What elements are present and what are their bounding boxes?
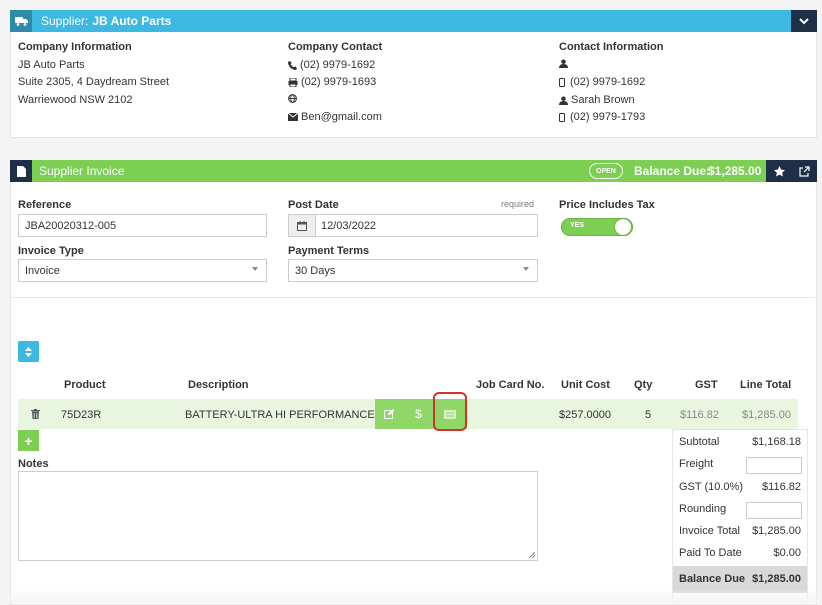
reference-value: JBA20020312-005 <box>25 219 117 232</box>
mobile-icon <box>559 77 565 87</box>
paid-to-date-value: $0.00 <box>773 547 801 559</box>
mobile-icon <box>559 112 565 122</box>
bottom-fade <box>0 589 822 603</box>
col-product: Product <box>64 379 106 391</box>
rounding-input[interactable] <box>746 502 802 519</box>
freight-input[interactable] <box>746 457 802 474</box>
price-tax-label: Price Includes Tax <box>559 199 655 211</box>
invoice-total-value: $1,285.00 <box>752 525 801 537</box>
company-contact-title: Company Contact <box>288 41 383 53</box>
row-unit-cost[interactable]: $257.0000 <box>559 409 611 421</box>
star-icon[interactable] <box>766 160 792 182</box>
supplier-header-prefix: Supplier: <box>41 14 89 28</box>
notes-textarea[interactable] <box>18 471 538 561</box>
edit-button[interactable] <box>375 399 404 429</box>
envelope-icon <box>288 113 298 121</box>
invoice-header: Supplier Invoice OPEN Balance Due: $1,28… <box>10 160 817 182</box>
reference-label: Reference <box>18 199 72 211</box>
cost-button[interactable]: $ <box>404 399 433 429</box>
col-job-card: Job Card No. <box>476 379 545 391</box>
highlight-ring <box>433 392 467 431</box>
company-email[interactable]: Ben@gmail.com <box>301 111 382 123</box>
row-product[interactable]: 75D23R <box>61 409 101 421</box>
trash-icon[interactable] <box>31 409 40 419</box>
company-fax: (02) 9979-1693 <box>301 76 377 88</box>
contact-mobile: (02) 9979-1692 <box>570 76 646 88</box>
price-tax-toggle-label: YES <box>570 222 585 229</box>
balance-due-label: Balance Due: <box>634 164 711 178</box>
payment-terms-label: Payment Terms <box>288 245 370 257</box>
price-tax-toggle[interactable]: YES <box>561 218 633 236</box>
balance-due-total-value: $1,285.00 <box>752 573 801 585</box>
resize-handle-icon[interactable] <box>528 551 535 558</box>
row-line-total: $1,285.00 <box>742 409 791 421</box>
gst-label: GST (10.0%) <box>679 481 743 493</box>
row-description[interactable]: BATTERY-ULTRA HI PERFORMANCE <box>185 409 375 421</box>
file-icon <box>10 160 32 182</box>
gst-value: $116.82 <box>762 481 801 493</box>
col-line-total: Line Total <box>740 379 792 391</box>
col-unit-cost: Unit Cost <box>561 379 610 391</box>
company-info-line: JB Auto Parts <box>18 59 85 71</box>
row-qty[interactable]: 5 <box>645 409 651 421</box>
col-gst: GST <box>695 379 718 391</box>
col-description: Description <box>188 379 249 391</box>
required-hint: required <box>501 199 535 209</box>
freight-label: Freight <box>679 458 714 470</box>
subtotal-label: Subtotal <box>679 436 720 448</box>
balance-due-value: $1,285.00 <box>708 164 762 178</box>
invoice-type-value: Invoice <box>25 264 60 277</box>
contact-info-title: Contact Information <box>559 41 664 53</box>
post-date-input[interactable]: 12/03/2022 <box>288 214 538 237</box>
divider <box>10 297 815 298</box>
sort-icon <box>25 346 32 357</box>
sort-button[interactable] <box>18 341 39 362</box>
add-row-button[interactable]: + <box>18 430 39 451</box>
caret-down-icon <box>252 267 258 271</box>
dollar-icon: $ <box>415 407 422 421</box>
subtotal-value: $1,168.18 <box>752 436 801 448</box>
status-badge: OPEN <box>589 163 623 179</box>
invoice-total-label: Invoice Total <box>679 525 740 537</box>
reference-input[interactable]: JBA20020312-005 <box>18 214 267 237</box>
edit-icon <box>384 409 395 419</box>
caret-down-icon <box>523 267 529 271</box>
company-info-line: Warriewood NSW 2102 <box>18 94 133 106</box>
invoice-header-title: Supplier Invoice <box>39 164 125 178</box>
paid-to-date-label: Paid To Date <box>679 547 742 559</box>
calendar-icon[interactable] <box>289 215 316 236</box>
post-date-value: 12/03/2022 <box>321 219 377 232</box>
phone-icon <box>288 60 297 70</box>
contact-name: Sarah Brown <box>571 94 635 106</box>
truck-icon <box>10 10 32 32</box>
company-info-line: Suite 2305, 4 Daydream Street <box>18 76 170 88</box>
row-gst: $116.82 <box>680 409 719 421</box>
supplier-header-name: JB Auto Parts <box>92 14 172 28</box>
toggle-knob <box>615 219 631 235</box>
rounding-label: Rounding <box>679 503 727 515</box>
contact-mobile: (02) 9979-1793 <box>570 111 646 123</box>
company-phone: (02) 9979-1692 <box>300 59 376 71</box>
balance-due-total-label: Balance Due <box>679 573 746 585</box>
chevron-down-icon[interactable] <box>791 10 817 32</box>
invoice-type-label: Invoice Type <box>18 245 84 257</box>
user-icon <box>559 95 568 105</box>
company-info-title: Company Information <box>18 41 132 53</box>
payment-terms-value: 30 Days <box>295 264 336 277</box>
col-qty: Qty <box>634 379 653 391</box>
notes-label: Notes <box>18 458 49 470</box>
post-date-label: Post Date <box>288 199 339 211</box>
supplier-header[interactable]: Supplier: JB Auto Parts <box>10 10 817 32</box>
user-icon <box>559 59 568 68</box>
payment-terms-select[interactable]: 30 Days <box>288 259 538 282</box>
external-link-icon[interactable] <box>792 160 817 182</box>
print-icon <box>288 77 298 87</box>
invoice-type-select[interactable]: Invoice <box>18 259 267 282</box>
globe-icon <box>288 94 297 103</box>
plus-icon: + <box>24 432 33 449</box>
